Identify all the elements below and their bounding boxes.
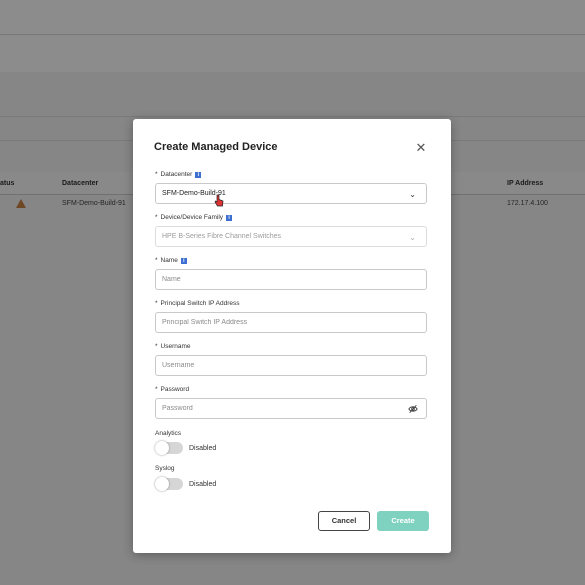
password-label-row: * Password [155, 386, 189, 393]
username-input[interactable] [162, 362, 420, 369]
chevron-down-icon: ⌄ [409, 233, 416, 242]
dialog-title: Create Managed Device [154, 141, 278, 153]
username-label-row: * Username [155, 343, 191, 350]
close-icon[interactable]: ✕ [413, 140, 429, 156]
username-field[interactable] [155, 355, 427, 376]
info-icon[interactable]: i [180, 257, 187, 264]
principal-ip-field[interactable] [155, 312, 427, 333]
info-icon[interactable]: i [226, 214, 233, 221]
eye-off-icon[interactable] [408, 404, 418, 414]
required-marker: * [155, 171, 158, 178]
device-family-value: HPE B-Series Fibre Channel Switches [162, 233, 282, 240]
name-label-row: * Name i [155, 257, 187, 264]
datacenter-select[interactable]: SFM-Demo-Build-91 ⌄ [155, 183, 427, 204]
device-family-label: Device/Device Family [160, 214, 224, 221]
password-input[interactable] [162, 405, 420, 412]
hand-cursor-icon [214, 194, 224, 207]
chevron-down-icon: ⌄ [409, 190, 416, 199]
syslog-label: Syslog [155, 465, 175, 472]
datacenter-label-row: * Datacenter i [155, 171, 202, 178]
syslog-state: Disabled [189, 480, 217, 488]
principal-ip-label-row: * Principal Switch IP Address [155, 300, 240, 307]
password-label: Password [160, 386, 190, 393]
analytics-state: Disabled [189, 444, 217, 452]
create-button[interactable]: Create [377, 511, 429, 531]
principal-ip-input[interactable] [162, 319, 420, 326]
required-marker: * [155, 386, 158, 393]
principal-ip-label: Principal Switch IP Address [160, 300, 240, 307]
required-marker: * [155, 300, 158, 307]
name-input[interactable] [162, 276, 420, 283]
syslog-toggle[interactable] [155, 477, 183, 491]
password-field[interactable] [155, 398, 427, 419]
device-family-label-row: * Device/Device Family i [155, 214, 233, 221]
name-label: Name [160, 257, 178, 264]
username-label: Username [160, 343, 191, 350]
cancel-button[interactable]: Cancel [318, 511, 370, 531]
datacenter-label: Datacenter [160, 171, 193, 178]
required-marker: * [155, 343, 158, 350]
create-managed-device-dialog: Create Managed Device ✕ * Datacenter i S… [133, 119, 451, 553]
required-marker: * [155, 257, 158, 264]
required-marker: * [155, 214, 158, 221]
name-field[interactable] [155, 269, 427, 290]
analytics-toggle[interactable] [155, 441, 183, 455]
analytics-label: Analytics [155, 430, 182, 437]
device-family-select[interactable]: HPE B-Series Fibre Channel Switches ⌄ [155, 226, 427, 247]
syslog-toggle-row: Disabled [155, 477, 217, 491]
analytics-toggle-row: Disabled [155, 441, 217, 455]
info-icon[interactable]: i [195, 171, 202, 178]
